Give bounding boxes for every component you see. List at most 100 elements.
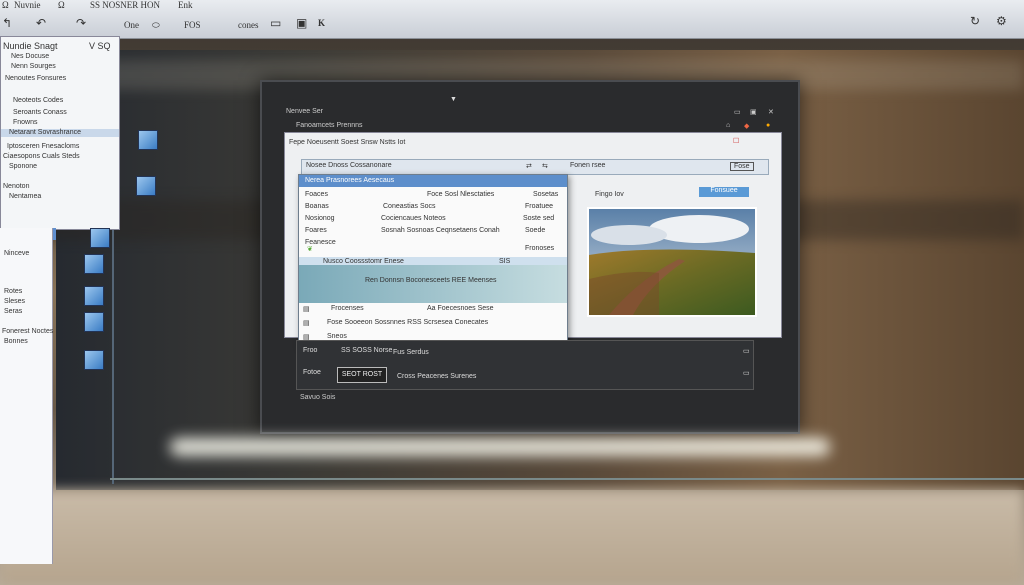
menu-item[interactable]: Foce Sosl Nlesctaties (427, 191, 494, 198)
list-item[interactable]: Nenoutes Fonsures (5, 75, 66, 82)
selected-item-label: Nusco Coossstomr Enese (323, 258, 404, 265)
banner: Ren Donnsn Boconesceets REE Meenses (299, 265, 567, 303)
selected-item-value: SIS (499, 258, 511, 265)
menu-icon[interactable]: Ω (58, 0, 65, 10)
settings-icon[interactable]: ⚙ (996, 14, 1007, 28)
dropdown-title: Nerea Prasnorees Aesecaus (305, 177, 395, 184)
file-panel-lower: Ninceve Rotes Sleses Seras Fonerest Noct… (0, 228, 53, 564)
action-button[interactable]: Fose (730, 162, 754, 171)
list-item[interactable]: Nes Docuse (11, 53, 49, 60)
menu-item[interactable]: Foares (305, 227, 327, 234)
list-item[interactable]: Rotes (4, 288, 22, 295)
app-icon[interactable]: Ω (2, 0, 9, 10)
list-item[interactable]: Neoteots Codes (13, 97, 63, 104)
list-item[interactable]: Iptosceren Fnesacloms (7, 143, 79, 150)
leaf-icon: ❦ (307, 246, 313, 253)
scroll-icon[interactable]: ▭ (743, 369, 750, 377)
list-item[interactable]: Nenoton (3, 183, 29, 190)
toolbar-button[interactable]: ⬭ (152, 20, 160, 31)
menu-item[interactable]: Fronoses (525, 245, 554, 252)
search-label[interactable]: Fonen rsee (570, 162, 605, 169)
menu-item[interactable]: Nuvnie (14, 0, 41, 10)
address-text: Nosee Dnoss Cossanonare (306, 162, 392, 169)
file-icon[interactable] (84, 254, 104, 274)
detail-field[interactable]: SEOT ROST (337, 367, 387, 383)
light-glow (170, 438, 830, 456)
toolbar-button[interactable]: FOS (184, 20, 201, 30)
minimize-icon[interactable]: ▭ (734, 108, 741, 116)
menu-item[interactable]: Cociencaues Noteos (381, 215, 446, 222)
main-window: ▼ Nenvee Ser Fanoamcets Prennns ▭ ▣ ✕ ⌂ … (260, 80, 800, 434)
toolbar-button[interactable]: One (124, 20, 139, 30)
list-item[interactable]: Fnowns (13, 119, 38, 126)
doc-icon: ▤ (303, 320, 310, 327)
list-item[interactable]: Bonnes (4, 338, 28, 345)
close-icon[interactable]: ✕ (768, 108, 774, 116)
nav-icon[interactable]: ⇄ (526, 162, 532, 170)
list-item[interactable]: Ninceve (4, 250, 29, 257)
banner-text: Ren Donnsn Boconesceets REE Meenses (365, 277, 497, 284)
menu-item[interactable]: Foaces (305, 191, 328, 198)
menu-item[interactable]: Frocenses (331, 305, 364, 312)
dropdown-menu[interactable]: Nerea Prasnorees Aesecaus Foaces Foce So… (298, 174, 568, 348)
menu-item[interactable]: Sneos (327, 333, 347, 340)
save-icon[interactable]: ▣ (296, 16, 307, 30)
file-icon[interactable] (84, 350, 104, 370)
panel-title: Nundie Snagt (3, 41, 58, 51)
maximize-icon[interactable]: ▣ (750, 108, 757, 116)
file-panel: Nundie Snagt V SQ Nes Docuse Nenn Sourge… (0, 36, 120, 230)
list-item[interactable]: Fonerest Noctes (2, 328, 53, 335)
preview-field[interactable]: Fonsuee (699, 187, 749, 197)
list-item[interactable]: Seras (4, 308, 22, 315)
menu-item[interactable]: Nosionog (305, 215, 335, 222)
file-icon[interactable] (136, 176, 156, 196)
details-area: Froo SS SOSS Norse Fus Serdus Fotoe SEOT… (296, 340, 754, 390)
file-icon[interactable] (84, 286, 104, 306)
panel-heading: Fepe Noeusentt Soest Snsw Nstts Iot (289, 139, 406, 146)
file-icon[interactable] (84, 312, 104, 332)
menu-item[interactable]: Sosetas (533, 191, 558, 198)
motion-streak (0, 490, 1024, 585)
menu-item[interactable]: Soste sed (523, 215, 554, 222)
list-item[interactable]: Sleses (4, 298, 25, 305)
list-item[interactable]: Nenn Sourges (11, 63, 56, 70)
undo-icon[interactable]: ↶ (36, 16, 46, 30)
nav-icon[interactable]: ⇆ (542, 162, 548, 170)
menu-item[interactable]: SS NOSNER HON (90, 0, 160, 10)
panel-title-right: V SQ (89, 41, 111, 51)
list-item[interactable]: Sponone (9, 163, 37, 170)
list-item[interactable]: Netarant Sovrashrance (9, 129, 81, 136)
desktop-divider (110, 478, 1024, 480)
menu-item[interactable]: Sosnah Sosnoas Ceqnsetaens Conah (381, 227, 500, 234)
address-bar[interactable]: Nosee Dnoss Cossanonare ⇄ ⇆ Fonen rsee F… (301, 159, 769, 175)
collapse-icon[interactable]: ▼ (450, 96, 457, 103)
menu-item[interactable]: Coneastias Socs (383, 203, 436, 210)
list-item[interactable]: Nentamea (9, 193, 41, 200)
alert-icon: ● (766, 122, 771, 129)
menu-item[interactable]: Aa Foecesnoes Sese (427, 305, 494, 312)
menu-item[interactable]: Enk (178, 0, 193, 10)
detail-label: Froo (303, 347, 318, 354)
list-item[interactable]: Ciaesopons Cuals Steds (3, 153, 80, 160)
menu-item[interactable]: Boanas (305, 203, 329, 210)
back-arrow-icon[interactable]: ↰ (2, 16, 12, 30)
menu-item[interactable]: Soede (525, 227, 545, 234)
toolbar-button[interactable]: K (318, 18, 325, 28)
file-icon[interactable] (90, 228, 110, 248)
list-item[interactable]: Seroants Conass (13, 109, 67, 116)
folder-icon[interactable]: ▭ (270, 16, 281, 30)
landscape-image (587, 207, 757, 317)
pin-icon[interactable]: ⌂ (726, 122, 730, 129)
status-icon: ◆ (744, 123, 750, 130)
toolbar-button[interactable]: cones (238, 20, 259, 30)
scroll-icon[interactable]: ▭ (743, 347, 750, 355)
detail-value: SS SOSS Norse (341, 347, 393, 354)
detail-value: Cross Peacenes Surenes (397, 373, 477, 380)
redo-icon[interactable]: ↷ (76, 16, 86, 30)
file-icon[interactable] (138, 130, 158, 150)
refresh-icon[interactable]: ↻ (970, 14, 980, 28)
menu-item[interactable]: Froatuee (525, 203, 553, 210)
doc-icon: ▤ (303, 306, 310, 313)
window-subtitle: Fanoamcets Prennns (296, 122, 363, 129)
menu-item[interactable]: Fose Sooeeon Sossnnes RSS Scrsesea Conec… (327, 319, 488, 326)
